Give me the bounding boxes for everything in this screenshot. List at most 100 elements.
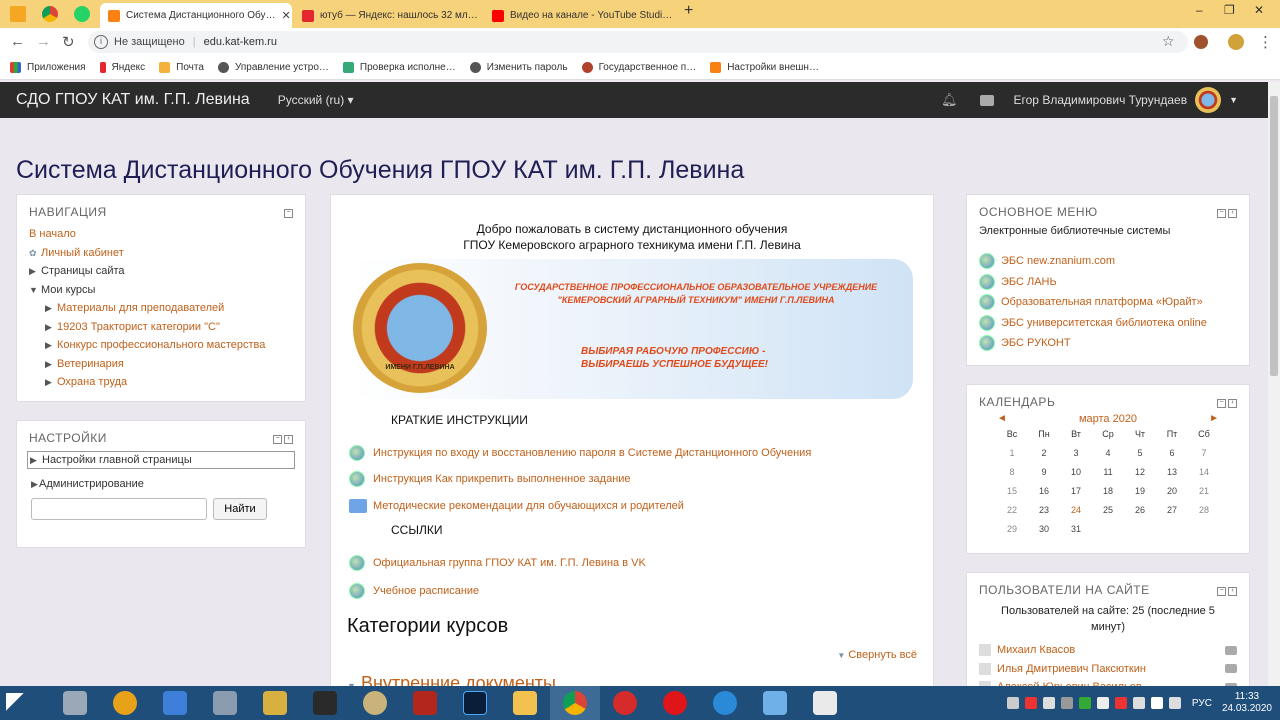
new-tab-button[interactable]: + (684, 2, 693, 20)
calendar-day[interactable]: 13 (1156, 462, 1188, 481)
dock-block-icon[interactable]: ‹ (1228, 209, 1237, 218)
calendar-day[interactable]: 10 (1060, 462, 1092, 481)
calendar-day[interactable]: 26 (1124, 500, 1156, 519)
calendar-day[interactable]: 11 (1092, 462, 1124, 481)
close-tab-icon[interactable]: ✕ (276, 9, 291, 22)
expand-arrow-icon[interactable]: ▶ (45, 336, 57, 355)
prev-month-arrow-icon[interactable]: ◄ (997, 413, 1007, 425)
reload-icon[interactable]: ↻ (62, 33, 75, 51)
course-link[interactable]: Материалы для преподавателей (57, 302, 224, 314)
internet-explorer-taskbar-icon[interactable] (700, 686, 750, 720)
bookmark-mail[interactable]: Почта (159, 62, 204, 73)
calendar-day[interactable]: 22 (996, 500, 1028, 519)
search-button[interactable]: Найти (213, 497, 267, 520)
video-editor-taskbar-icon[interactable] (300, 686, 350, 720)
bookmark-password[interactable]: Изменить пароль (469, 62, 568, 73)
bookmark-star-icon[interactable]: ☆ (1162, 33, 1175, 50)
bookmark-gov[interactable]: Государственное п… (581, 62, 696, 73)
disc-taskbar-icon[interactable] (350, 686, 400, 720)
calendar-day[interactable]: 18 (1092, 481, 1124, 500)
calendar-day[interactable]: 8 (996, 462, 1028, 481)
calendar-day[interactable]: 24 (1060, 500, 1092, 519)
calendar-day[interactable]: 9 (1028, 462, 1060, 481)
menu-link[interactable]: ЭБС ЛАНЬ (979, 272, 1237, 293)
url-text[interactable]: edu.kat-kem.ru (204, 36, 277, 48)
clock[interactable]: 11:33 24.03.2020 (1222, 691, 1272, 715)
collapse-block-icon[interactable]: − (1217, 587, 1226, 596)
nav-home-link[interactable]: В начало (29, 228, 76, 240)
calendar-day[interactable]: 30 (1028, 519, 1060, 538)
minimize-button[interactable]: – (1196, 3, 1203, 17)
screen-recorder-taskbar-icon[interactable] (800, 686, 850, 720)
menu-dots-icon[interactable]: ⋮ (1258, 33, 1273, 51)
pinned-tab-whatsapp-icon[interactable] (74, 6, 90, 22)
bookmark-settings[interactable]: Настройки внешн… (710, 62, 819, 73)
tray-icon[interactable] (1024, 697, 1037, 709)
calendar-day[interactable]: 3 (1060, 443, 1092, 462)
computer-taskbar-icon[interactable] (750, 686, 800, 720)
app-red-taskbar-icon[interactable] (600, 686, 650, 720)
folder-taskbar-icon[interactable] (500, 686, 550, 720)
extension-icon[interactable] (1194, 35, 1208, 49)
calendar-day[interactable]: 14 (1188, 462, 1220, 481)
page-scrollbar[interactable] (1268, 82, 1280, 686)
collapse-block-icon[interactable]: − (1217, 399, 1226, 408)
headphones-taskbar-icon[interactable] (100, 686, 150, 720)
volume-icon[interactable] (1168, 697, 1181, 709)
menu-link[interactable]: ЭБС РУКОНТ (979, 333, 1237, 354)
calculator-taskbar-icon[interactable] (50, 686, 100, 720)
menu-link[interactable]: Образовательная платформа «Юрайт» (979, 292, 1237, 313)
dock-block-icon[interactable]: ‹ (1228, 399, 1237, 408)
calendar-day[interactable]: 20 (1156, 481, 1188, 500)
calendar-month-link[interactable]: марта 2020 (1079, 413, 1137, 425)
forward-arrow-icon[interactable]: → (36, 33, 51, 50)
dock-block-icon[interactable]: ‹ (284, 435, 293, 444)
expand-arrow-icon[interactable]: ▶ (45, 373, 57, 392)
category-link[interactable]: ▼ Внутренние документы (347, 673, 556, 686)
user-name[interactable]: Егор Владимирович Турундаев (1014, 93, 1188, 107)
calendar-day[interactable]: 27 (1156, 500, 1188, 519)
course-link[interactable]: 19203 Тракторист категории "С" (57, 321, 220, 333)
tray-icon[interactable] (1078, 697, 1091, 709)
back-arrow-icon[interactable]: ← (10, 33, 25, 50)
message-icon[interactable] (1225, 664, 1237, 674)
calendar-day[interactable]: 29 (996, 519, 1028, 538)
opera-taskbar-icon[interactable] (650, 686, 700, 720)
start-button-icon[interactable] (6, 693, 26, 713)
address-bar[interactable]: i Не защищено | edu.kat-kem.ru (88, 31, 1188, 53)
calendar-day[interactable]: 17 (1060, 481, 1092, 500)
notifications-bell-icon[interactable]: 🔔︎ (941, 92, 958, 108)
resource-item[interactable]: Инструкция по входу и восстановлению пар… (349, 445, 811, 461)
tray-icon[interactable] (1114, 697, 1127, 709)
expand-arrow-icon[interactable]: ▶ (45, 318, 57, 337)
calendar-day[interactable]: 5 (1124, 443, 1156, 462)
resource-item[interactable]: Учебное расписание (349, 583, 479, 599)
resource-item[interactable]: Методические рекомендации для обучающихс… (349, 499, 684, 513)
input-language[interactable]: РУС (1192, 698, 1212, 709)
user-menu[interactable]: 🔔︎ Егор Владимирович Турундаев ▼ (941, 82, 1238, 118)
calendar-day[interactable]: 21 (1188, 481, 1220, 500)
messages-icon[interactable] (979, 94, 994, 106)
info-icon[interactable]: i (94, 35, 108, 49)
calendar-day[interactable]: 19 (1124, 481, 1156, 500)
collapse-all-link[interactable]: ▼ Свернуть всё (837, 649, 917, 661)
course-link[interactable]: Конкурс профессионального мастерства (57, 339, 265, 351)
tray-icon[interactable] (1006, 697, 1019, 709)
next-month-arrow-icon[interactable]: ► (1209, 413, 1219, 425)
tray-icon[interactable] (1060, 697, 1073, 709)
close-tab-icon[interactable]: ✕ (672, 9, 676, 22)
calendar-day[interactable]: 6 (1156, 443, 1188, 462)
photoshop-taskbar-icon[interactable] (450, 686, 500, 720)
tab-sdo[interactable]: Система Дистанционного Обу… ✕ (100, 3, 292, 28)
calendar-day[interactable]: 15 (996, 481, 1028, 500)
bookmark-check[interactable]: Проверка исполне… (342, 62, 456, 73)
tab-yandex[interactable]: ютуб — Яндекс: нашлось 32 мл… ✕ (294, 3, 484, 28)
calendar-day[interactable]: 25 (1092, 500, 1124, 519)
chrome-taskbar-icon[interactable] (550, 686, 600, 720)
calendar-day[interactable]: 28 (1188, 500, 1220, 519)
language-menu[interactable]: Русский (ru) ▾ (278, 93, 354, 107)
nav-my-courses[interactable]: Мои курсы (41, 284, 95, 296)
bookmark-apps[interactable]: Приложения (10, 62, 86, 73)
profile-avatar-icon[interactable] (1228, 34, 1244, 50)
calendar-day[interactable]: 2 (1028, 443, 1060, 462)
